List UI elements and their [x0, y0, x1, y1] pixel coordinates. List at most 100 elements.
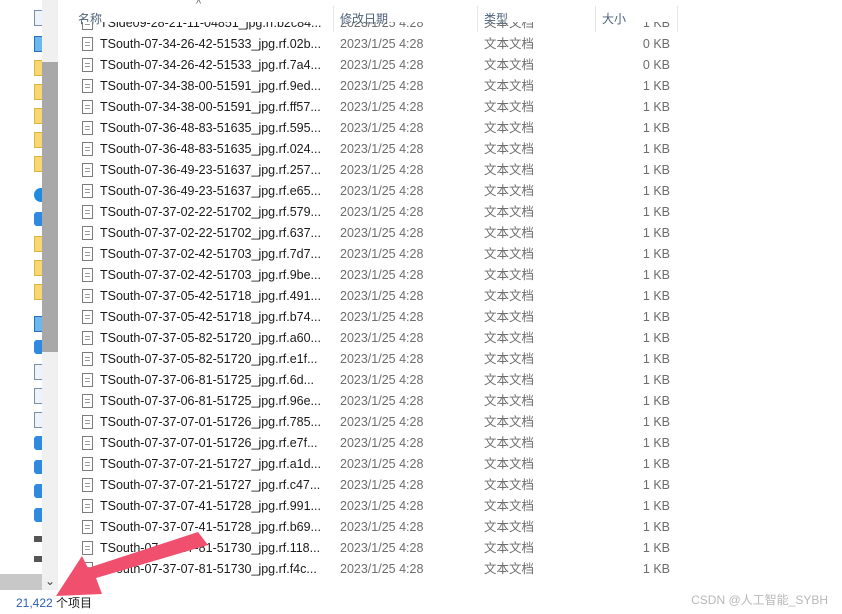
drive-icon[interactable] [34, 536, 42, 542]
file-size: 1 KB [642, 100, 670, 114]
table-row[interactable]: TSouth-07-34-38-00-51591_jpg.rf.ff57... 2… [62, 97, 702, 118]
file-date: 2023/1/25 4:28 [340, 289, 424, 303]
text-document-icon [82, 58, 93, 72]
nav-horizontal-scrollbar[interactable] [0, 574, 42, 590]
file-size: 1 KB [642, 499, 670, 513]
file-size: 1 KB [642, 562, 670, 576]
file-size: 1 KB [642, 226, 670, 240]
table-row[interactable]: TSouth-07-36-49-23-51637_jpg.rf.257... 20… [62, 160, 702, 181]
file-type: 文本文档 [484, 226, 535, 240]
file-date: 2023/1/25 4:28 [340, 142, 424, 156]
file-type: 文本文档 [484, 121, 535, 135]
file-name: TSouth-07-37-02-22-51702_jpg.rf.579... [100, 205, 321, 219]
3d-objects-icon[interactable] [34, 340, 42, 354]
onedrive-icon[interactable] [34, 188, 42, 202]
table-row[interactable]: TSouth-07-34-26-42-51533_jpg.rf.7a4... 20… [62, 55, 702, 76]
table-row[interactable]: TSouth-07-36-49-23-51637_jpg.rf.e65... 20… [62, 181, 702, 202]
file-date: 2023/1/25 4:28 [340, 310, 424, 324]
navigation-pane[interactable] [0, 0, 43, 590]
table-row[interactable]: TSouth-07-34-26-42-51533_jpg.rf.02b... 20… [62, 34, 702, 55]
table-row[interactable]: TSouth-07-37-06-81-51725_jpg.rf.96e... 20… [62, 391, 702, 412]
text-document-icon [82, 562, 93, 576]
table-row[interactable]: TSouth-07-37-05-82-51720_jpg.rf.a60... 20… [62, 328, 702, 349]
file-date: 2023/1/25 4:28 [340, 331, 424, 345]
table-row[interactable]: TSouth-07-37-05-42-51718_jpg.rf.b74... 20… [62, 307, 702, 328]
file-type: 文本文档 [484, 58, 535, 72]
file-size: 1 KB [642, 352, 670, 366]
file-size: 1 KB [642, 373, 670, 387]
table-row[interactable]: TSouth-07-37-07-01-51726_jpg.rf.e7f... 20… [62, 433, 702, 454]
table-row[interactable]: TSouth-07-37-02-22-51702_jpg.rf.637... 20… [62, 223, 702, 244]
file-name: TSouth-07-36-49-23-51637_jpg.rf.e65... [100, 184, 321, 198]
table-row[interactable]: TSouth-07-37-07-81-51730_jpg.rf.118... 20… [62, 538, 702, 559]
file-name: TSouth-07-37-07-41-51728_jpg.rf.991... [100, 499, 321, 513]
table-row[interactable]: TSouth-07-37-05-82-51720_jpg.rf.e1f... 20… [62, 349, 702, 370]
file-name: TSouth-07-37-05-42-51718_jpg.rf.b74... [100, 310, 321, 324]
file-name: TSouth-07-37-05-82-51720_jpg.rf.e1f... [100, 352, 318, 366]
file-type: 文本文档 [484, 499, 535, 513]
chevron-down-icon[interactable]: ⌄ [42, 572, 58, 590]
file-name: TSouth-07-37-07-21-51727_jpg.rf.c47... [100, 478, 321, 492]
file-type: 文本文档 [484, 163, 535, 177]
file-name: TSouth-07-34-26-42-51533_jpg.rf.7a4... [100, 58, 321, 72]
text-document-icon [82, 520, 93, 534]
file-name: TSouth-07-34-26-42-51533_jpg.rf.02b... [100, 37, 321, 51]
music-icon[interactable] [34, 460, 42, 474]
file-type: 文本文档 [484, 289, 535, 303]
table-row[interactable]: TSide09-28-21-11-04851_jpg.rf.b2c84... 2… [62, 22, 702, 34]
file-name: TSouth-07-37-06-81-51725_jpg.rf.6d... [100, 373, 315, 387]
table-row[interactable]: TSouth-07-37-02-22-51702_jpg.rf.579... 20… [62, 202, 702, 223]
item-count: 21,422 [16, 596, 53, 610]
pictures-icon[interactable] [34, 484, 42, 498]
table-row[interactable]: TSouth-07-34-38-00-51591_jpg.rf.9ed... 20… [62, 76, 702, 97]
file-type: 文本文档 [484, 79, 535, 93]
table-row[interactable]: TSouth-07-37-05-42-51718_jpg.rf.491... 20… [62, 286, 702, 307]
table-row[interactable]: TSouth-07-37-07-81-51730_jpg.rf.f4c... 20… [62, 559, 702, 580]
table-row[interactable]: TSouth-07-37-07-41-51728_jpg.rf.b69... 20… [62, 517, 702, 538]
file-size: 1 KB [642, 289, 670, 303]
file-size: 0 KB [642, 37, 670, 51]
table-row[interactable]: TSouth-07-37-02-42-51703_jpg.rf.7d7... 20… [62, 244, 702, 265]
table-row[interactable]: TSouth-07-37-07-21-51727_jpg.rf.a1d... 20… [62, 454, 702, 475]
table-row[interactable]: TSouth-07-37-07-21-51727_jpg.rf.c47... 20… [62, 475, 702, 496]
downloads-icon[interactable] [34, 436, 42, 450]
table-row[interactable]: TSouth-07-37-06-81-51725_jpg.rf.6d... 202… [62, 370, 702, 391]
file-name: TSouth-07-36-49-23-51637_jpg.rf.257... [100, 163, 321, 177]
file-date: 2023/1/25 4:28 [340, 268, 424, 282]
table-row[interactable]: TSouth-07-37-07-41-51728_jpg.rf.991... 20… [62, 496, 702, 517]
text-document-icon [82, 247, 93, 261]
drive-icon[interactable] [34, 556, 42, 562]
file-type: 文本文档 [484, 373, 535, 387]
file-list[interactable]: TSide09-28-21-11-04851_jpg.rf.b2c84... 2… [62, 22, 702, 590]
file-type: 文本文档 [484, 205, 535, 219]
file-name: TSouth-07-37-05-82-51720_jpg.rf.a60... [100, 331, 321, 345]
file-type: 文本文档 [484, 184, 535, 198]
file-name: TSouth-07-37-07-81-51730_jpg.rf.118... [100, 541, 321, 555]
file-date: 2023/1/25 4:28 [340, 478, 424, 492]
file-size: 1 KB [642, 142, 670, 156]
text-document-icon [82, 184, 93, 198]
text-document-icon [82, 352, 93, 366]
file-size: 1 KB [642, 205, 670, 219]
file-type: 文本文档 [484, 310, 535, 324]
user-icon[interactable] [34, 212, 42, 226]
text-document-icon [82, 37, 93, 51]
file-size: 1 KB [642, 394, 670, 408]
status-bar: 21,422 个项目 [16, 594, 92, 611]
table-row[interactable]: TSouth-07-36-48-83-51635_jpg.rf.595... 20… [62, 118, 702, 139]
text-document-icon [82, 226, 93, 240]
text-document-icon [82, 478, 93, 492]
text-document-icon [82, 100, 93, 114]
file-date: 2023/1/25 4:28 [340, 58, 424, 72]
file-name: TSouth-07-37-02-22-51702_jpg.rf.637... [100, 226, 321, 240]
file-name: TSouth-07-36-48-83-51635_jpg.rf.595... [100, 121, 321, 135]
table-row[interactable]: TSouth-07-37-02-42-51703_jpg.rf.9be... 20… [62, 265, 702, 286]
table-row[interactable]: TSouth-07-37-07-01-51726_jpg.rf.785... 20… [62, 412, 702, 433]
table-row[interactable]: TSouth-07-36-48-83-51635_jpg.rf.024... 20… [62, 139, 702, 160]
text-document-icon [82, 205, 93, 219]
videos-icon[interactable] [34, 508, 42, 522]
nav-scrollbar-thumb[interactable] [42, 62, 58, 352]
text-document-icon [82, 394, 93, 408]
text-document-icon [82, 79, 93, 93]
file-date: 2023/1/25 4:28 [340, 100, 424, 114]
